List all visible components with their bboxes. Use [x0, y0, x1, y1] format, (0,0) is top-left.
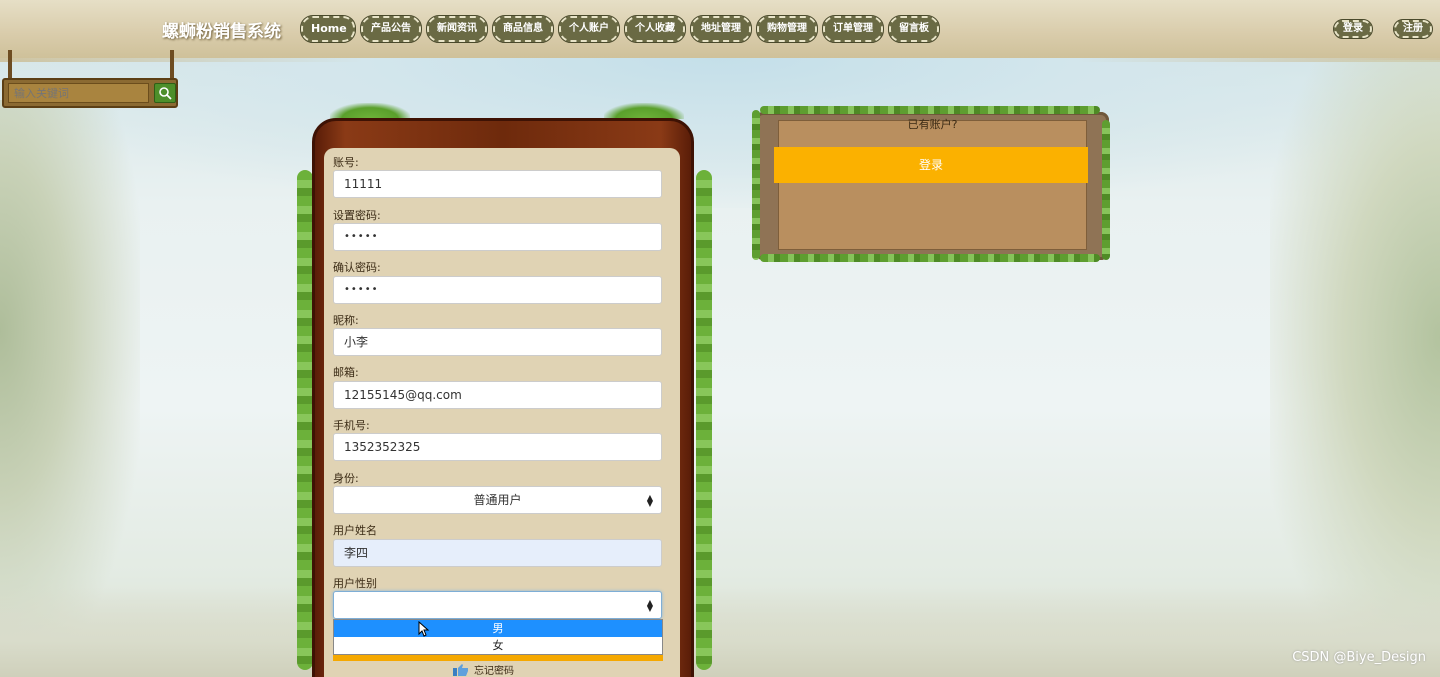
- main-nav: Home 产品公告 新闻资讯 商品信息 个人账户 个人收藏 地址管理 购物管理 …: [300, 15, 940, 43]
- nav-orders[interactable]: 订单管理: [822, 15, 884, 43]
- real-name-field[interactable]: 李四: [333, 539, 662, 567]
- account-label: 账号:: [333, 156, 359, 169]
- nav-cart[interactable]: 购物管理: [756, 15, 818, 43]
- register-button-partial[interactable]: [333, 655, 663, 661]
- role-label: 身份:: [333, 472, 359, 485]
- password-label: 设置密码:: [333, 209, 381, 222]
- search-sign: [2, 78, 178, 108]
- gender-select[interactable]: ▲ ▼: [333, 591, 662, 619]
- auth-login-wrap: 登录: [1333, 19, 1373, 39]
- account-field[interactable]: 11111: [333, 170, 662, 198]
- nickname-label: 昵称:: [333, 314, 359, 327]
- watermark: CSDN @Biye_Design: [1292, 650, 1426, 665]
- login-prompt: 已有账户?: [907, 118, 958, 131]
- vine-decoration: [760, 106, 1100, 114]
- forgot-password-label: 忘记密码: [474, 666, 514, 677]
- confirm-password-field[interactable]: •••••: [333, 276, 662, 304]
- forgot-password-link[interactable]: 忘记密码: [452, 662, 514, 677]
- header-register-button[interactable]: 注册: [1393, 19, 1433, 39]
- confirm-password-label: 确认密码:: [333, 261, 381, 274]
- nickname-field[interactable]: 小李: [333, 328, 662, 356]
- login-button[interactable]: 登录: [774, 147, 1088, 183]
- phone-field[interactable]: 1352352325: [333, 433, 662, 461]
- gender-option-male[interactable]: 男: [334, 620, 662, 637]
- auth-register-wrap: 注册: [1393, 19, 1433, 39]
- role-select[interactable]: 普通用户 ▲ ▼: [333, 486, 662, 514]
- vine-decoration: [330, 103, 410, 119]
- leaf-border-left: [297, 170, 313, 670]
- nav-address[interactable]: 地址管理: [690, 15, 752, 43]
- phone-label: 手机号:: [333, 419, 370, 432]
- vine-decoration: [760, 254, 1100, 262]
- select-caret-icon: ▲ ▼: [646, 493, 653, 508]
- nav-home[interactable]: Home: [300, 15, 356, 43]
- nav-account[interactable]: 个人账户: [558, 15, 620, 43]
- email-label: 邮箱:: [333, 366, 359, 379]
- login-board-plank: [778, 120, 1087, 250]
- search-icon: [159, 87, 172, 100]
- nav-favorites[interactable]: 个人收藏: [624, 15, 686, 43]
- nav-products[interactable]: 商品信息: [492, 15, 554, 43]
- vine-decoration: [604, 103, 684, 119]
- gender-dropdown: 男 女: [333, 619, 663, 655]
- select-caret-icon: ▲ ▼: [646, 598, 653, 613]
- search-button[interactable]: [154, 83, 176, 103]
- search-input[interactable]: [8, 83, 149, 103]
- nav-news[interactable]: 新闻资讯: [426, 15, 488, 43]
- nav-product-notice[interactable]: 产品公告: [360, 15, 422, 43]
- site-title: 螺蛳粉销售系统: [162, 22, 281, 42]
- nav-messages[interactable]: 留言板: [888, 15, 940, 43]
- sky-background: [0, 58, 1440, 208]
- vine-decoration: [752, 110, 760, 260]
- thumb-icon: [453, 663, 468, 676]
- ground-decoration: [0, 587, 1440, 677]
- role-select-value: 普通用户: [473, 493, 522, 507]
- real-name-label: 用户姓名: [333, 524, 377, 537]
- gender-label: 用户性别: [333, 577, 377, 590]
- leaf-border-right: [696, 170, 712, 670]
- mouse-cursor-icon: [418, 621, 430, 637]
- tree-decoration-right: [1270, 60, 1440, 677]
- gender-option-female[interactable]: 女: [334, 637, 662, 654]
- email-field[interactable]: 12155145@qq.com: [333, 381, 662, 409]
- password-field[interactable]: •••••: [333, 223, 662, 251]
- header-login-button[interactable]: 登录: [1333, 19, 1373, 39]
- vine-decoration: [1102, 120, 1110, 260]
